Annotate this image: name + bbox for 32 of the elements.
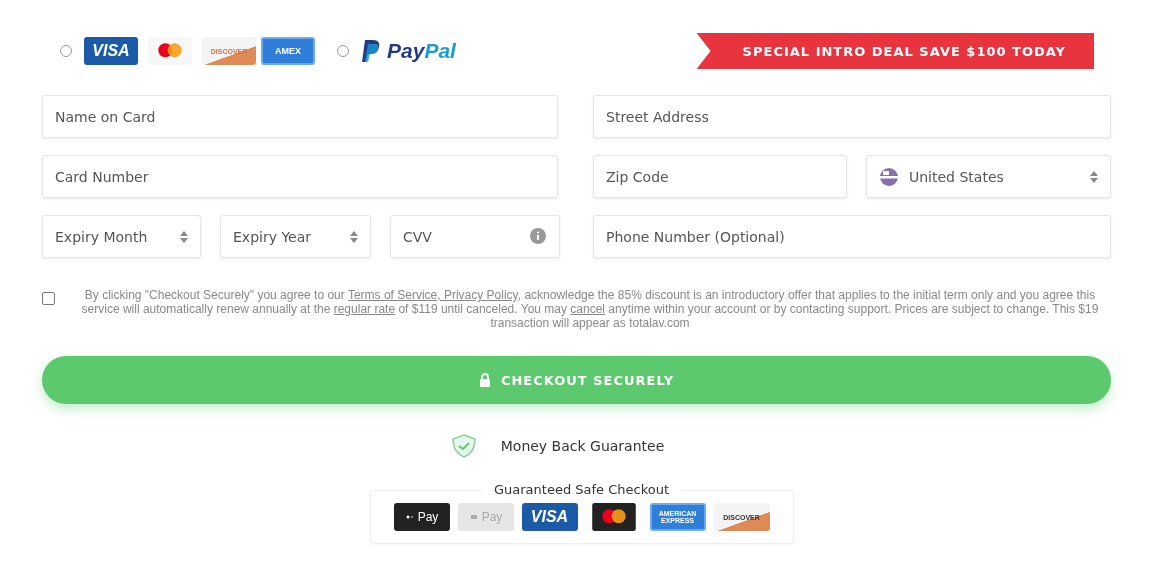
google-pay-logo: Pay — [457, 503, 514, 531]
amex-logo: AMEX — [261, 37, 315, 65]
up-down-arrows-icon — [1090, 170, 1098, 183]
flag-icon — [879, 166, 899, 187]
card-number-field[interactable]: Card Number — [42, 155, 558, 198]
radio-button[interactable] — [60, 45, 72, 57]
zip-code-field[interactable]: Zip Code — [593, 155, 847, 198]
country-select[interactable]: United States — [866, 155, 1111, 198]
guarantee-text: Money Back Guarantee — [500, 438, 665, 454]
up-down-arrows-icon — [180, 230, 188, 243]
terms-link[interactable]: regular rate — [333, 302, 396, 316]
radio-button[interactable] — [337, 45, 349, 57]
phone-field[interactable]: Phone Number (Optional) — [593, 215, 1111, 258]
lock-icon — [478, 373, 491, 387]
street-address-field[interactable]: Street Address — [593, 95, 1111, 138]
terms-checkbox[interactable] — [42, 292, 55, 305]
up-down-arrows-icon — [350, 230, 358, 243]
expiry-month-select[interactable]: Expiry Month — [42, 215, 201, 258]
visa-logo: VISA — [521, 503, 578, 531]
info-icon — [530, 228, 546, 244]
terms-link[interactable]: cancel — [570, 302, 605, 316]
cvv-field[interactable]: CVV — [390, 215, 560, 258]
promo-banner: SPECIAL INTRO DEAL SAVE $100 TODAY — [696, 33, 1094, 69]
terms-link[interactable]: Terms of Service, Privacy Policy — [347, 288, 518, 302]
safe-checkout-title: Guaranteed Safe Checkout — [481, 482, 682, 497]
terms-text: By clicking "Checkout Securely" you agree to our Terms of Service, Privacy Policy, acknowledge the 85% discount is an introductory offer that applies to the initial term only and you agree this service will automatically renew annually at the regular rate of $119 until canceled. You may cancel anytime within your account or by contacting support. Prices are subject to change. This $19 transaction will appear as totalav.com — [80, 288, 1100, 330]
paypal-logo: PayPal — [361, 39, 456, 63]
checkout-button[interactable]: CHECKOUT SECURELY — [42, 356, 1111, 404]
visa-logo: VISA — [84, 37, 138, 65]
name-field[interactable]: Name on Card — [42, 95, 558, 138]
expiry-year-select[interactable]: Expiry Year — [220, 215, 371, 258]
apple-pay-logo: Pay — [393, 503, 450, 531]
